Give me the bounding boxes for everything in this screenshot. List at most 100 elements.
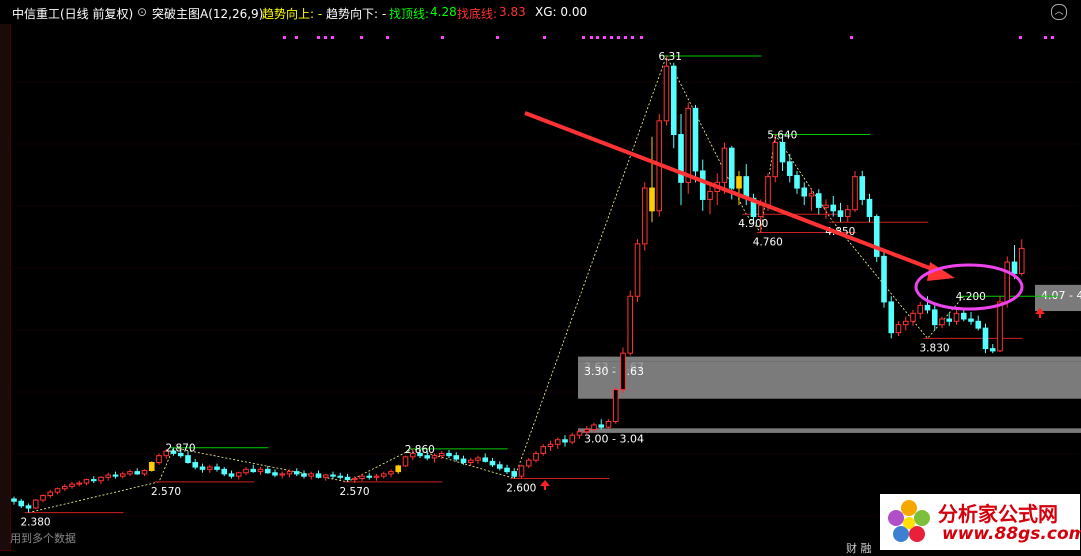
candle-body (721, 147, 728, 183)
candle-body (924, 304, 931, 311)
candle-body (388, 471, 394, 475)
candle-body (641, 187, 648, 245)
candle-body (380, 473, 387, 477)
candle-body (127, 471, 133, 475)
candle-body (482, 457, 489, 462)
left-tab[interactable] (0, 360, 10, 403)
candle-body (982, 327, 989, 350)
signal-dot (582, 36, 585, 39)
candle-body (997, 301, 1003, 352)
signal-dot (324, 36, 327, 39)
candle-body (917, 304, 924, 314)
candle-body (47, 491, 54, 497)
signal-dot (317, 36, 320, 39)
candle-body (707, 190, 713, 200)
left-tab[interactable] (0, 108, 10, 151)
candle-body (1004, 261, 1011, 303)
xg-value: XG: 0.00 (535, 5, 588, 19)
stock-title[interactable]: 中信重工(日线 前复权) (12, 5, 133, 22)
left-tab[interactable] (0, 402, 10, 445)
candle-body (185, 455, 191, 464)
candle-body (243, 468, 249, 474)
candle-body (344, 476, 351, 481)
candle-body (351, 477, 358, 481)
candle-body (214, 466, 220, 470)
left-tab[interactable] (0, 24, 10, 67)
candle-body (554, 439, 561, 445)
candle-body (518, 465, 525, 477)
candle-body (250, 468, 257, 473)
peak-label: 6.31 (659, 51, 682, 63)
candle-body (823, 204, 829, 208)
candle-body (1011, 261, 1018, 274)
candle-body (293, 471, 300, 475)
candle-body (25, 505, 32, 509)
top-line-value: 4.28 (430, 5, 457, 19)
signal-dot (295, 36, 298, 39)
candle-body (32, 499, 39, 509)
signal-dot (386, 36, 389, 39)
candle-body (475, 457, 481, 461)
top-line-label: 找顶线: (389, 7, 430, 21)
candlestick-chart: 3.63 - 3.673.30 - 3.633.00 - 3.044.07 - … (10, 36, 1081, 529)
candle-body (322, 474, 329, 478)
candle-body (533, 452, 539, 461)
candle-body (620, 352, 626, 391)
left-tab[interactable] (0, 66, 10, 109)
candle-body (272, 472, 278, 476)
candle-body (18, 500, 25, 507)
candle-body (670, 65, 677, 136)
candle-body (264, 468, 271, 474)
candle-body (888, 301, 895, 334)
candle-body (279, 473, 286, 476)
left-tab[interactable] (0, 150, 10, 193)
candle-body (221, 468, 228, 475)
candle-body (844, 209, 851, 218)
candle-body (156, 455, 162, 464)
collapse-icon[interactable]: ︿ (1051, 4, 1067, 20)
left-tab[interactable] (0, 276, 10, 319)
support-zone (578, 356, 1081, 362)
peak-label: 4.900 (738, 218, 768, 230)
candle-body (76, 482, 83, 485)
candle-body (446, 452, 452, 457)
candle-body (330, 474, 336, 477)
trend-arrow-line (524, 111, 941, 274)
indicator-toggle-icon[interactable]: ⊙ (137, 5, 147, 19)
candle-body (902, 320, 909, 326)
bottom-tabs[interactable]: 财 融 (846, 540, 872, 556)
candle-body (525, 459, 532, 467)
candle-body (61, 485, 68, 490)
indicator-name[interactable]: 突破主图A(12,26,9) (152, 5, 263, 22)
flower-logo-icon (888, 500, 930, 542)
candle-body (11, 498, 17, 502)
candle-body (83, 479, 90, 484)
left-tab[interactable] (0, 486, 10, 551)
left-tab[interactable] (0, 318, 10, 361)
left-tab-strip[interactable] (0, 24, 11, 551)
candle-body (366, 475, 373, 478)
candle-body (975, 320, 982, 329)
left-tab[interactable] (0, 444, 10, 487)
candle-body (931, 309, 938, 326)
candle-body (946, 318, 953, 322)
left-tab[interactable] (0, 234, 10, 277)
candle-body (373, 475, 380, 478)
candle-body (989, 348, 996, 352)
candle-body (910, 312, 916, 322)
candle-body (663, 65, 670, 122)
support-zone (578, 361, 1081, 399)
peak-label: 2.600 (506, 482, 536, 494)
signal-dot (331, 36, 334, 39)
support-zone-label: 3.00 - 3.04 (584, 432, 644, 445)
candle-body (583, 428, 590, 433)
signal-dot (640, 36, 643, 39)
left-tab[interactable] (0, 192, 10, 235)
signal-dot (596, 36, 599, 39)
signal-dot (850, 36, 853, 39)
candle-body (859, 176, 866, 200)
signal-dot (496, 36, 499, 39)
candle-body (54, 488, 61, 493)
candle-body (206, 466, 213, 470)
candle-body (765, 176, 771, 206)
